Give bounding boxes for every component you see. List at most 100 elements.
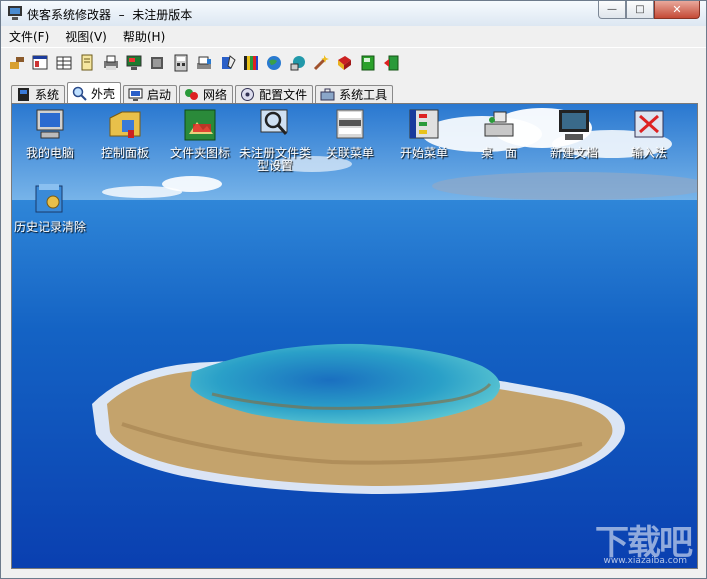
tab-system[interactable]: 系统 bbox=[11, 85, 66, 103]
tab-startup-label: 启动 bbox=[147, 88, 172, 102]
colors-button[interactable] bbox=[241, 53, 261, 73]
monitor-icon bbox=[126, 55, 142, 70]
network-button[interactable] bbox=[288, 53, 308, 73]
search-icon bbox=[72, 86, 87, 101]
table-icon bbox=[56, 56, 72, 69]
toolbox-icon bbox=[320, 88, 335, 101]
globe-button[interactable] bbox=[264, 53, 284, 73]
desktop-icon-label: 文件夹图标 bbox=[169, 146, 230, 160]
desktop-icon-history-clear[interactable]: 历史记录清除 bbox=[12, 182, 88, 234]
desktop-icon-new-document[interactable]: 新建文档 bbox=[536, 108, 612, 160]
tab-system-tools-label: 系统工具 bbox=[339, 88, 388, 102]
scanner-button[interactable] bbox=[194, 53, 214, 73]
chip-icon bbox=[151, 56, 164, 69]
desktop-icon-label: 未注册文件类型设置 bbox=[238, 146, 311, 173]
notebook-button[interactable] bbox=[358, 53, 378, 73]
desktop-icon-control-panel[interactable]: 控制面板 bbox=[87, 108, 163, 160]
menu-view[interactable]: 视图(V) bbox=[57, 26, 115, 46]
desktop-icon-label: 我的电脑 bbox=[25, 146, 74, 160]
printer-icon bbox=[103, 55, 118, 70]
system-icon bbox=[18, 88, 29, 101]
minimize-button[interactable]: — bbox=[598, 1, 626, 19]
desktop-icon-start-menu[interactable]: 开始菜单 bbox=[386, 108, 462, 160]
shell-panel: 我的电脑 控制面板 文件夹图标 未注册文件类型设置 关联菜单 开始菜单 桌 面 bbox=[11, 103, 698, 569]
desktop-icon-unregistered-filetype[interactable]: 未注册文件类型设置 bbox=[237, 108, 313, 173]
config-icon bbox=[241, 88, 255, 101]
network-icon bbox=[290, 55, 305, 70]
desktop-wallpaper bbox=[12, 104, 697, 568]
document-icon bbox=[81, 54, 93, 70]
pen-button[interactable] bbox=[218, 53, 238, 73]
tab-system-tools[interactable]: 系统工具 bbox=[315, 85, 394, 103]
tab-shell[interactable]: 外壳 bbox=[67, 82, 122, 104]
desktop-icon-label: 控制面板 bbox=[100, 146, 149, 160]
wand-icon bbox=[314, 54, 330, 70]
desktop-icon-label: 桌 面 bbox=[480, 146, 517, 160]
tab-system-label: 系统 bbox=[35, 88, 60, 102]
chip-button[interactable] bbox=[147, 53, 167, 73]
tab-bar: 系统 外壳 启动 网络 配置文件 系统工具 bbox=[11, 81, 395, 104]
unregistered-filetype-icon bbox=[260, 109, 288, 135]
window-icon bbox=[32, 55, 48, 69]
tool-button[interactable] bbox=[7, 53, 27, 73]
colors-icon bbox=[243, 55, 258, 70]
app-icon bbox=[8, 6, 22, 20]
close-button[interactable]: ✕ bbox=[654, 1, 700, 19]
desktop-icon-label: 新建文档 bbox=[549, 146, 598, 160]
startup-icon bbox=[128, 88, 143, 101]
desktop-icon-label: 历史记录清除 bbox=[13, 220, 86, 234]
tab-network-label: 网络 bbox=[203, 88, 228, 102]
watermark-url: www.xiazaiba.com bbox=[603, 556, 687, 566]
tab-config-file-label: 配置文件 bbox=[259, 88, 308, 102]
desktop-icon-input-method[interactable]: 输入法 bbox=[611, 108, 687, 160]
table-button[interactable] bbox=[54, 53, 74, 73]
document-button[interactable] bbox=[77, 53, 97, 73]
exit-icon bbox=[384, 55, 399, 70]
wand-button[interactable] bbox=[311, 53, 331, 73]
scanner-icon bbox=[197, 56, 212, 69]
tab-network[interactable]: 网络 bbox=[179, 85, 234, 103]
menu-help[interactable]: 帮助(H) bbox=[115, 26, 173, 46]
calculator-button[interactable] bbox=[171, 53, 191, 73]
desktop-icon-desktop[interactable]: 桌 面 bbox=[461, 108, 537, 160]
minimize-icon: — bbox=[607, 4, 617, 15]
app-window: 侠客系统修改器 – 未注册版本 — □ ✕ 文件(F) 视图(V) 帮助(H) bbox=[0, 0, 707, 579]
desktop-icon-my-computer[interactable]: 我的电脑 bbox=[12, 108, 88, 160]
tool-icon bbox=[10, 56, 24, 69]
computer-icon bbox=[36, 109, 64, 139]
notebook-icon bbox=[361, 55, 375, 70]
menu-file[interactable]: 文件(F) bbox=[1, 26, 57, 46]
tab-shell-label: 外壳 bbox=[91, 87, 116, 101]
control-panel-icon bbox=[109, 111, 141, 138]
desktop-icon-association-menu[interactable]: 关联菜单 bbox=[312, 108, 388, 160]
desktop-icon-label: 关联菜单 bbox=[325, 146, 374, 160]
open-menu-icon bbox=[336, 109, 364, 139]
maximize-button[interactable]: □ bbox=[626, 1, 654, 19]
desktop-icon-label: 开始菜单 bbox=[399, 146, 448, 160]
calculator-icon bbox=[174, 54, 188, 71]
pen-icon bbox=[221, 54, 236, 69]
history-clear-icon bbox=[35, 184, 63, 213]
desktop-icon-folder-image[interactable]: 文件夹图标 bbox=[162, 108, 238, 160]
book-button[interactable] bbox=[334, 53, 354, 73]
input-method-icon bbox=[634, 110, 664, 138]
tab-startup[interactable]: 启动 bbox=[123, 85, 178, 103]
maximize-icon: □ bbox=[635, 4, 645, 15]
globe-icon bbox=[267, 55, 282, 70]
printer-button[interactable] bbox=[101, 53, 121, 73]
title-bar[interactable]: 侠客系统修改器 – 未注册版本 — □ ✕ bbox=[1, 1, 706, 27]
window-button[interactable] bbox=[30, 53, 50, 73]
tab-config-file[interactable]: 配置文件 bbox=[235, 85, 314, 103]
folder-image-icon bbox=[184, 109, 216, 141]
toolbar bbox=[1, 47, 706, 77]
close-icon: ✕ bbox=[672, 3, 682, 16]
network-icon bbox=[185, 89, 199, 100]
desktop-icon bbox=[484, 111, 514, 137]
book-icon bbox=[338, 55, 352, 70]
new-document-icon bbox=[559, 110, 589, 140]
monitor-button[interactable] bbox=[124, 53, 144, 73]
window-title: 侠客系统修改器 – 未注册版本 bbox=[27, 8, 193, 22]
start-menu-icon bbox=[409, 109, 439, 139]
exit-button[interactable] bbox=[381, 53, 401, 73]
desktop-icon-label: 输入法 bbox=[630, 146, 667, 160]
